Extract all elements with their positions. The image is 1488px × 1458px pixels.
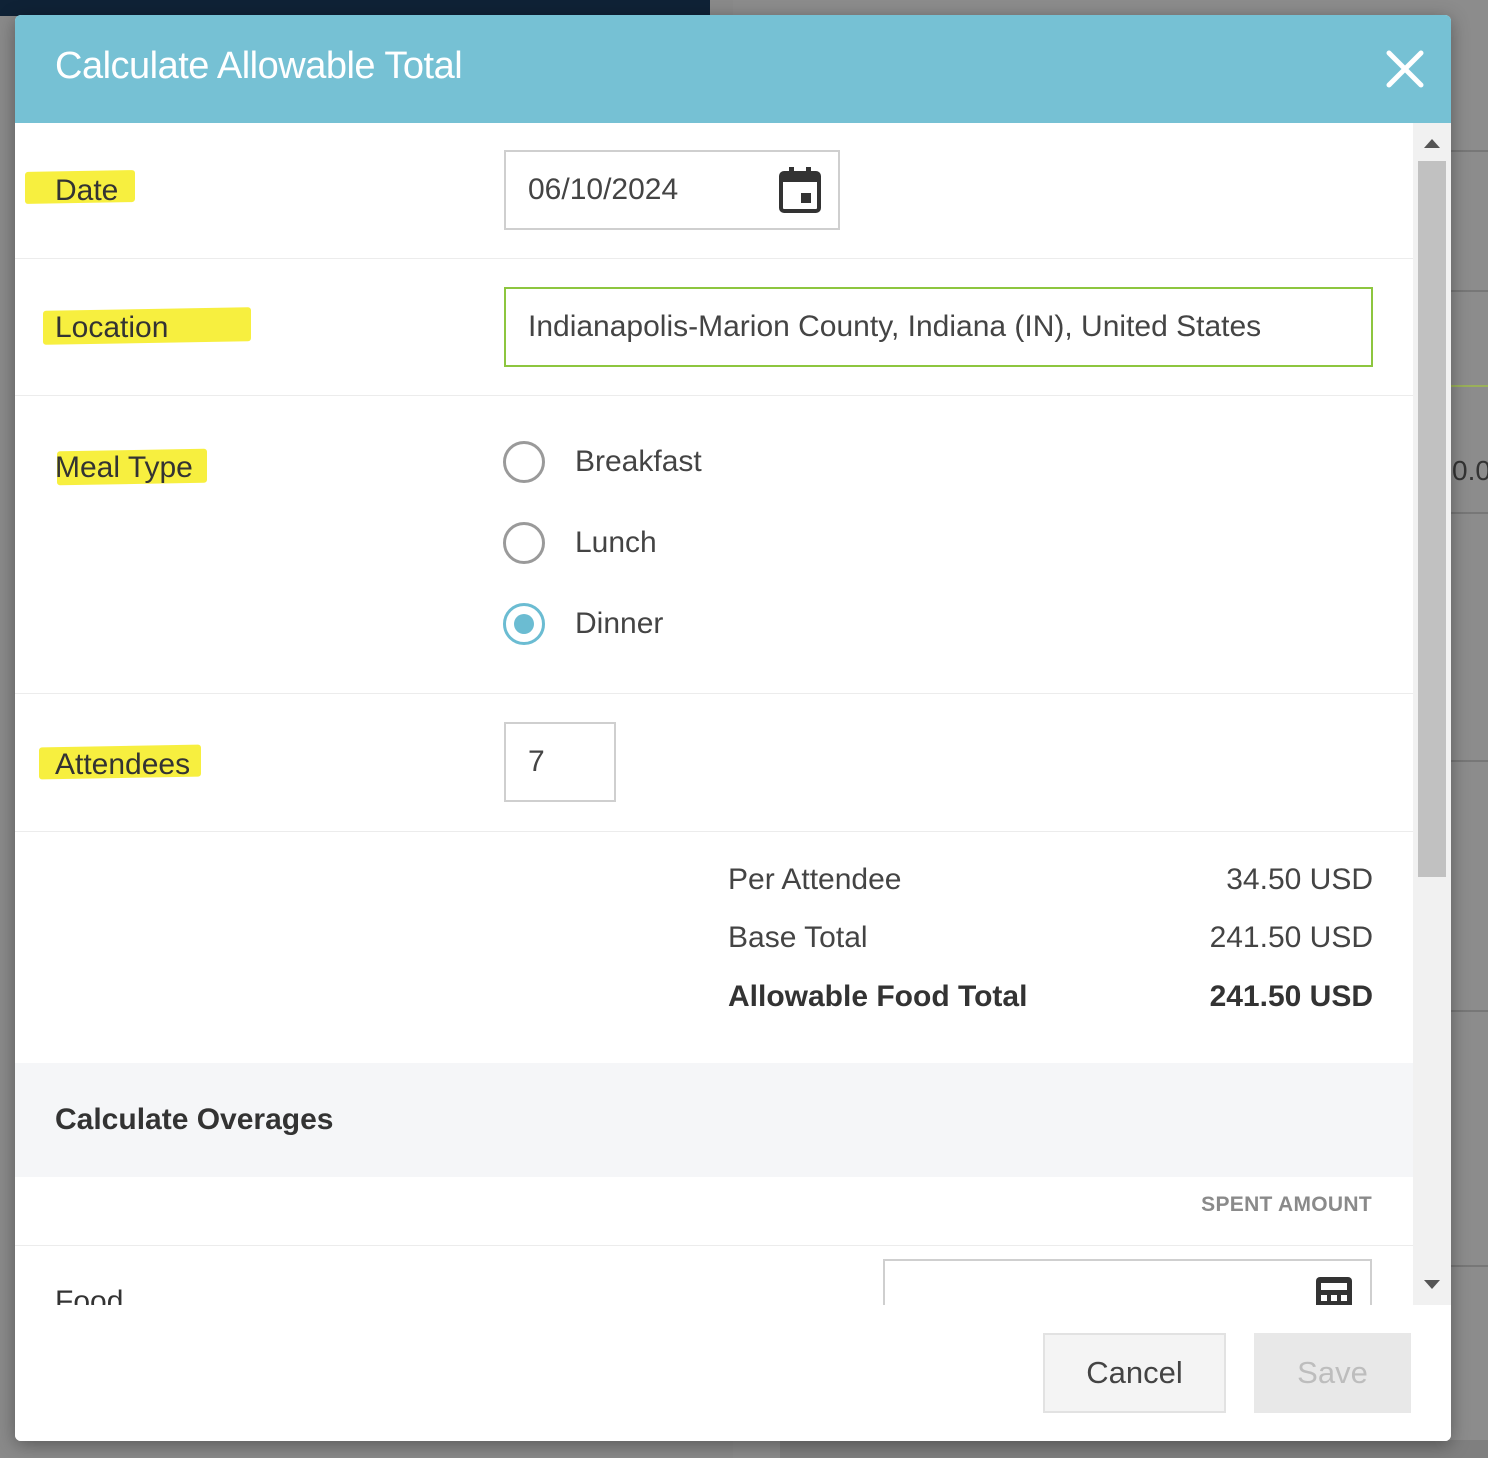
save-button[interactable]: Save: [1254, 1333, 1411, 1413]
radio-label-breakfast: Breakfast: [575, 445, 702, 478]
per-attendee-label: Per Attendee: [728, 863, 902, 896]
calculate-overages-title: Calculate Overages: [55, 1103, 334, 1136]
radio-label-lunch: Lunch: [575, 526, 657, 559]
dialog-title: Calculate Allowable Total: [55, 45, 463, 87]
calculator-icon[interactable]: [1314, 1275, 1354, 1305]
dialog-body: Date 06/10/2024 Location Indianapolis-Ma…: [15, 123, 1413, 1305]
background-topbar: [0, 0, 710, 16]
meal-option-lunch[interactable]: Lunch: [503, 522, 657, 564]
date-row: Date 06/10/2024: [15, 123, 1413, 259]
base-total-label: Base Total: [728, 921, 868, 954]
background-text-fragment: 0.0: [1452, 455, 1488, 486]
location-input[interactable]: Indianapolis-Marion County, Indiana (IN)…: [504, 287, 1373, 367]
allowable-food-total-value: 241.50 USD: [1209, 980, 1373, 1013]
radio-breakfast[interactable]: [503, 441, 545, 483]
location-value: Indianapolis-Marion County, Indiana (IN)…: [528, 310, 1262, 343]
scroll-down-arrow-icon[interactable]: [1424, 1280, 1440, 1289]
radio-lunch[interactable]: [503, 522, 545, 564]
calculate-overages-section: Calculate Overages: [15, 1063, 1413, 1177]
base-total-value: 241.50 USD: [1209, 921, 1373, 954]
allowable-food-total-line: Allowable Food Total 241.50 USD: [728, 980, 1373, 1020]
cancel-button[interactable]: Cancel: [1043, 1333, 1226, 1413]
per-attendee-line: Per Attendee 34.50 USD: [728, 863, 1373, 903]
spent-amount-header: SPENT AMOUNT: [1201, 1193, 1372, 1216]
scroll-up-arrow-icon[interactable]: [1424, 139, 1440, 148]
attendees-value: 7: [528, 745, 545, 778]
attendees-row: Attendees 7: [15, 694, 1413, 832]
dialog-footer: Cancel Save: [15, 1305, 1451, 1441]
date-value: 06/10/2024: [528, 173, 679, 206]
attendees-label: Attendees: [55, 748, 191, 781]
scrollbar-thumb[interactable]: [1418, 161, 1446, 877]
radio-dinner[interactable]: [503, 603, 545, 645]
date-input[interactable]: 06/10/2024: [504, 150, 840, 230]
calendar-icon[interactable]: [778, 166, 822, 222]
attendees-input[interactable]: 7: [504, 722, 616, 802]
meal-type-row: Meal Type Breakfast Lunch Dinner: [15, 396, 1413, 694]
background-bottom: [780, 1440, 1488, 1458]
food-label: Food: [55, 1285, 124, 1305]
date-label: Date: [55, 174, 119, 207]
location-row: Location Indianapolis-Marion County, Ind…: [15, 259, 1413, 396]
allowable-food-total-label: Allowable Food Total: [728, 980, 1028, 1013]
meal-option-breakfast[interactable]: Breakfast: [503, 441, 702, 483]
base-total-line: Base Total 241.50 USD: [728, 921, 1373, 961]
scrollbar[interactable]: [1413, 123, 1451, 1305]
radio-label-dinner: Dinner: [575, 607, 664, 640]
divider: [15, 1245, 1413, 1246]
location-label: Location: [55, 311, 169, 344]
meal-type-label: Meal Type: [55, 451, 193, 484]
meal-option-dinner[interactable]: Dinner: [503, 603, 663, 645]
calculate-allowable-total-dialog: Calculate Allowable Total Date 06/10/202…: [15, 15, 1451, 1441]
food-spent-input[interactable]: [883, 1259, 1372, 1305]
per-attendee-value: 34.50 USD: [1226, 863, 1373, 896]
close-icon[interactable]: [1379, 43, 1431, 95]
dialog-header: Calculate Allowable Total: [15, 15, 1451, 123]
